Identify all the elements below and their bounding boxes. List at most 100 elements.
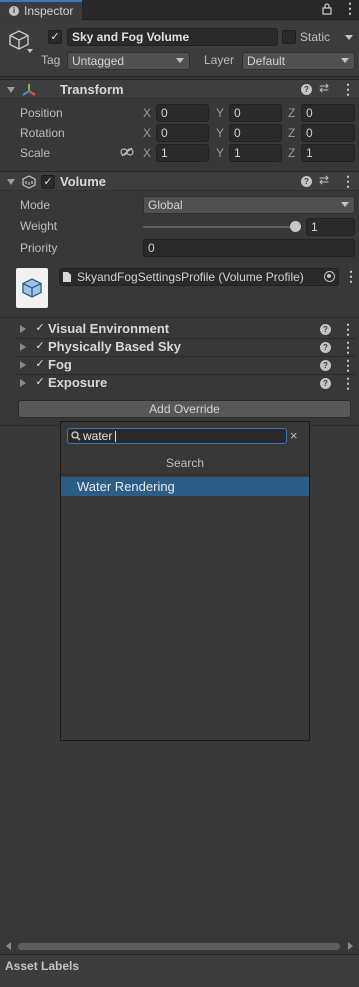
override-enabled-checkbox[interactable]: ✓ [33, 322, 47, 336]
clear-search-icon[interactable]: × [290, 428, 298, 443]
static-dropdown-caret-icon[interactable] [345, 35, 353, 40]
profile-menu-icon[interactable]: ⋮ [344, 269, 358, 283]
rotation-z-field[interactable]: 0 [301, 124, 355, 142]
layer-label: Layer [204, 53, 235, 67]
override-exposure[interactable]: ✓ Exposure ? ⋮ [16, 374, 356, 392]
icon-dropdown-caret-icon[interactable] [27, 49, 33, 53]
weight-slider-handle[interactable] [290, 221, 301, 232]
volume-profile-icon [22, 278, 42, 298]
foldout-collapsed-icon[interactable] [20, 343, 26, 351]
layer-dropdown[interactable]: Default [242, 52, 355, 70]
object-header: ✓ Sky and Fog Volume Static Tag Untagged… [0, 21, 359, 77]
inspector-tab[interactable]: i Inspector [0, 0, 82, 20]
tag-dropdown[interactable]: Untagged [67, 52, 190, 70]
lock-icon[interactable] [322, 3, 332, 15]
help-icon[interactable]: ? [301, 84, 312, 95]
inspector-tab-label: Inspector [24, 4, 74, 18]
position-x-field[interactable]: 0 [156, 104, 209, 122]
unlink-scale-icon[interactable] [120, 147, 134, 157]
foldout-collapsed-icon[interactable] [20, 361, 26, 369]
active-checkbox[interactable]: ✓ [48, 30, 62, 44]
help-icon[interactable]: ? [320, 324, 331, 335]
volume-profile-field[interactable]: SkyandFogSettingsProfile (Volume Profile… [59, 268, 339, 286]
z-axis-label: Z [288, 146, 296, 160]
y-axis-label: Y [216, 106, 225, 120]
help-icon[interactable]: ? [320, 360, 331, 371]
scroll-left-arrow-icon[interactable] [6, 942, 11, 950]
override-menu-icon[interactable]: ⋮ [341, 340, 355, 354]
search-field[interactable]: water [67, 428, 287, 444]
chevron-down-icon [341, 202, 349, 207]
rotation-label: Rotation [20, 126, 65, 140]
y-axis-label: Y [216, 126, 225, 140]
chevron-down-icon [341, 58, 349, 63]
position-z-field[interactable]: 0 [301, 104, 355, 122]
position-label: Position [20, 106, 63, 120]
override-menu-icon[interactable]: ⋮ [341, 322, 355, 336]
override-enabled-checkbox[interactable]: ✓ [33, 358, 47, 372]
rotation-x-field[interactable]: 0 [156, 124, 209, 142]
override-enabled-checkbox[interactable]: ✓ [33, 340, 47, 354]
scale-z-field[interactable]: 1 [301, 144, 355, 162]
y-axis-label: Y [216, 146, 225, 160]
rotation-y-field[interactable]: 0 [229, 124, 282, 142]
x-axis-label: X [143, 146, 152, 160]
object-name-field[interactable]: Sky and Fog Volume [67, 28, 278, 46]
search-input[interactable]: water [83, 429, 112, 443]
transform-header[interactable]: Transform ? ⇄ ⋮ [0, 79, 359, 99]
kebab-menu-icon[interactable]: ⋮ [343, 1, 357, 15]
override-menu-icon[interactable]: ⋮ [341, 358, 355, 372]
volume-profile-thumbnail[interactable] [16, 268, 48, 308]
separator [0, 317, 359, 318]
override-fog[interactable]: ✓ Fog ? ⋮ [16, 356, 356, 374]
volume-header[interactable]: ✓ Volume ? ⇄ ⋮ [0, 171, 359, 191]
foldout-expanded-icon[interactable] [7, 179, 15, 185]
weight-slider-track[interactable] [143, 226, 299, 228]
asset-labels-footer[interactable]: Asset Labels [0, 954, 359, 987]
scroll-right-arrow-icon[interactable] [348, 942, 353, 950]
horizontal-scrollbar-thumb[interactable] [18, 943, 340, 950]
help-icon[interactable]: ? [320, 342, 331, 353]
add-override-button[interactable]: Add Override [18, 400, 351, 418]
z-axis-label: Z [288, 126, 296, 140]
search-section-title: Search [165, 456, 205, 470]
foldout-collapsed-icon[interactable] [20, 379, 26, 387]
override-visual-environment[interactable]: ✓ Visual Environment ? ⋮ [16, 320, 356, 338]
tag-label: Tag [41, 53, 61, 67]
mode-value: Global [148, 198, 183, 212]
help-icon[interactable]: ? [301, 176, 312, 187]
override-enabled-checkbox[interactable]: ✓ [33, 376, 47, 390]
volume-profile-value: SkyandFogSettingsProfile (Volume Profile… [77, 270, 304, 284]
x-axis-label: X [143, 126, 152, 140]
weight-field[interactable]: 1 [306, 218, 355, 236]
search-result-item[interactable]: Water Rendering [61, 477, 309, 496]
z-axis-label: Z [288, 106, 296, 120]
asset-labels-title: Asset Labels [5, 959, 80, 973]
inspector-tab-bar: i Inspector ⋮ [0, 0, 359, 20]
foldout-expanded-icon[interactable] [7, 87, 15, 93]
mode-dropdown[interactable]: Global [143, 196, 355, 214]
static-checkbox[interactable] [282, 30, 296, 44]
priority-field[interactable]: 0 [143, 239, 355, 257]
override-label: Exposure [48, 375, 108, 390]
foldout-collapsed-icon[interactable] [20, 325, 26, 333]
object-picker-icon[interactable] [324, 271, 335, 282]
search-icon [71, 431, 81, 441]
info-icon: i [9, 6, 19, 16]
weight-label: Weight [20, 219, 58, 233]
text-caret [115, 431, 116, 442]
override-label: Visual Environment [48, 321, 170, 336]
search-result-label: Water Rendering [77, 479, 175, 494]
override-label: Fog [48, 357, 72, 372]
scale-x-field[interactable]: 1 [156, 144, 209, 162]
help-icon[interactable]: ? [320, 378, 331, 389]
presets-icon[interactable]: ⇄ [319, 173, 329, 187]
component-menu-icon[interactable]: ⋮ [341, 174, 355, 188]
volume-enabled-checkbox[interactable]: ✓ [41, 175, 55, 189]
presets-icon[interactable]: ⇄ [319, 81, 329, 95]
override-physically-based-sky[interactable]: ✓ Physically Based Sky ? ⋮ [16, 338, 356, 356]
override-menu-icon[interactable]: ⋮ [341, 376, 355, 390]
component-menu-icon[interactable]: ⋮ [341, 82, 355, 96]
position-y-field[interactable]: 0 [229, 104, 282, 122]
scale-y-field[interactable]: 1 [229, 144, 282, 162]
